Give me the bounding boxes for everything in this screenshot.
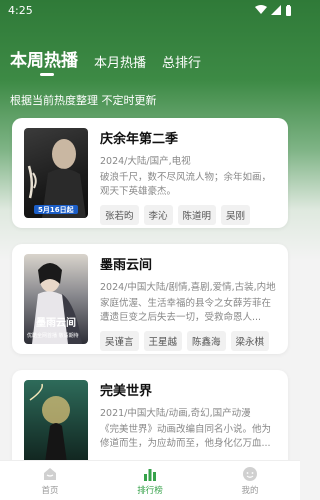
signal-icon [271,5,281,15]
actor-tag[interactable]: 张若昀 [100,205,139,225]
actor-tag[interactable]: 梁永棋 [230,331,270,351]
poster-title: 墨雨云间 [36,318,76,329]
item-description: 破浪千尺，数不尽风流人物；余年如画，观天下英雄豪杰。 [100,172,272,197]
actor-tag[interactable]: 王星越 [143,331,183,351]
actor-tag[interactable]: 李沁 [143,205,173,225]
nav-home[interactable]: 首页 [10,466,90,496]
nav-ranking[interactable]: 排行榜 [110,466,190,496]
actor-tag[interactable]: 陈鑫海 [187,331,226,351]
item-meta: 2021/中国大陆/动画,奇幻,国产动漫 [100,408,251,419]
item-title: 完美世界 [100,384,153,399]
tab-monthly[interactable]: 本月热播 [94,52,146,71]
item-meta: 2024/大陆/国产,电视 [100,156,191,167]
actor-tag[interactable]: 吴刚 [221,205,251,225]
profile-icon [243,466,257,481]
status-bar: 4:25 [0,0,300,20]
poster-date-label: 5月16日起 [38,206,74,214]
item-title: 墨雨云间 [100,258,153,273]
poster-image: 墨雨云间 优酷全网首播 敬请期待 [24,254,88,344]
item-description: 家庭优渥、生活幸福的县令之女薛芳菲在遭遗巨变之后失去一切，受救命恩人... [100,298,272,323]
battery-icon [286,4,291,16]
bottom-nav: 首页 排行榜 我的 [0,460,300,500]
nav-profile[interactable]: 我的 [210,466,290,496]
status-icons [255,4,292,16]
poster-image: 5月16日起 [24,128,88,218]
actor-tags: 张若昀 李沁 陈道明 吴刚 [100,205,280,225]
actor-tags: 吴谨言 王星越 陈鑫海 梁永棋 [100,331,280,351]
tab-overall[interactable]: 总排行 [162,52,201,71]
nav-label: 首页 [41,485,59,496]
tab-weekly[interactable]: 本周热播 [10,46,78,76]
tab-bar: 本周热播 本月热播 总排行 [10,46,201,76]
actor-tag[interactable]: 吴谨言 [100,331,139,351]
list-item[interactable]: 5月16日起 庆余年第二季 2024/大陆/国产,电视 破浪千尺，数不尽风流人物… [12,118,288,228]
item-title: 庆余年第二季 [100,132,179,147]
poster-caption: 优酷全网首播 敬请期待 [27,333,79,339]
status-time: 4:25 [8,3,33,17]
chart-icon [144,468,156,481]
wifi-icon [255,5,267,14]
list-item[interactable]: 墨雨云间 优酷全网首播 敬请期待 墨雨云间 2024/中国大陆/剧情,喜剧,爱情… [12,244,288,354]
nav-label: 排行榜 [137,485,163,496]
actor-tag[interactable]: 陈道明 [177,205,217,225]
item-description: 《完美世界》动画改编自同名小说。他为修道而生，为应劫而至，他身化亿万血... [100,424,272,449]
item-meta: 2024/中国大陆/剧情,喜剧,爱情,古装,内地 [100,282,276,293]
poster-image [24,380,88,470]
nav-label: 我的 [241,485,259,496]
page-subtitle: 根据当前热度整理 不定时更新 [10,94,157,107]
home-icon [44,467,56,480]
